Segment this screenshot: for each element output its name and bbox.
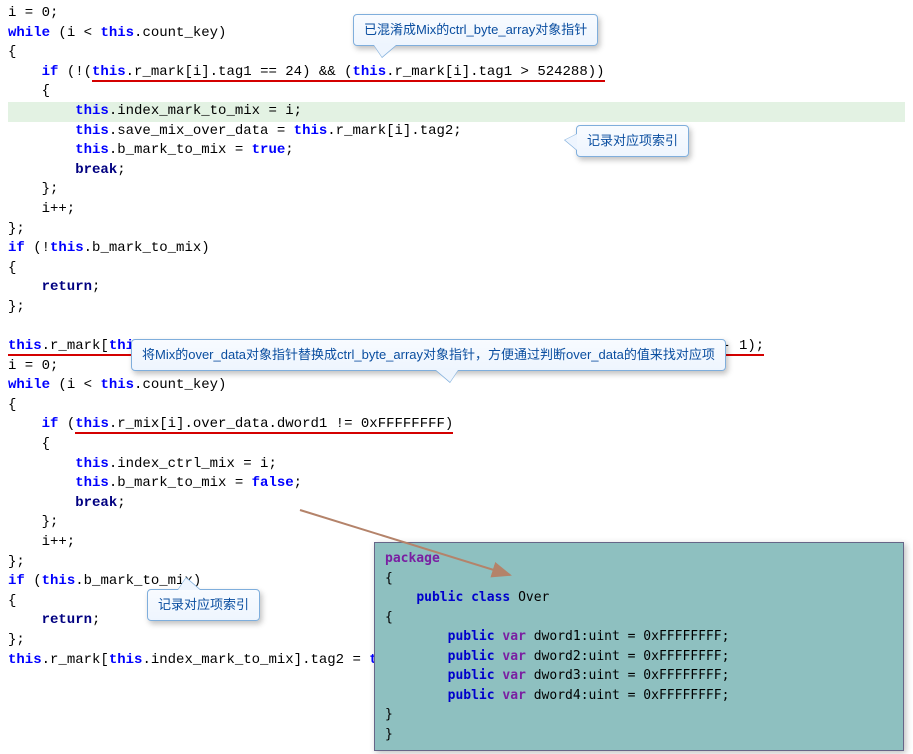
callout-4: 记录对应项索引 — [147, 589, 260, 621]
callout-3: 将Mix的over_data对象指针替换成ctrl_byte_array对象指针… — [131, 339, 726, 371]
callout-2: 记录对应项索引 — [576, 125, 689, 157]
overlay-class-box: package { public class Over { public var… — [374, 542, 904, 751]
highlighted-line: this.index_mark_to_mix = i; — [8, 102, 905, 122]
callout-1: 已混淆成Mix的ctrl_byte_array对象指针 — [353, 14, 598, 46]
